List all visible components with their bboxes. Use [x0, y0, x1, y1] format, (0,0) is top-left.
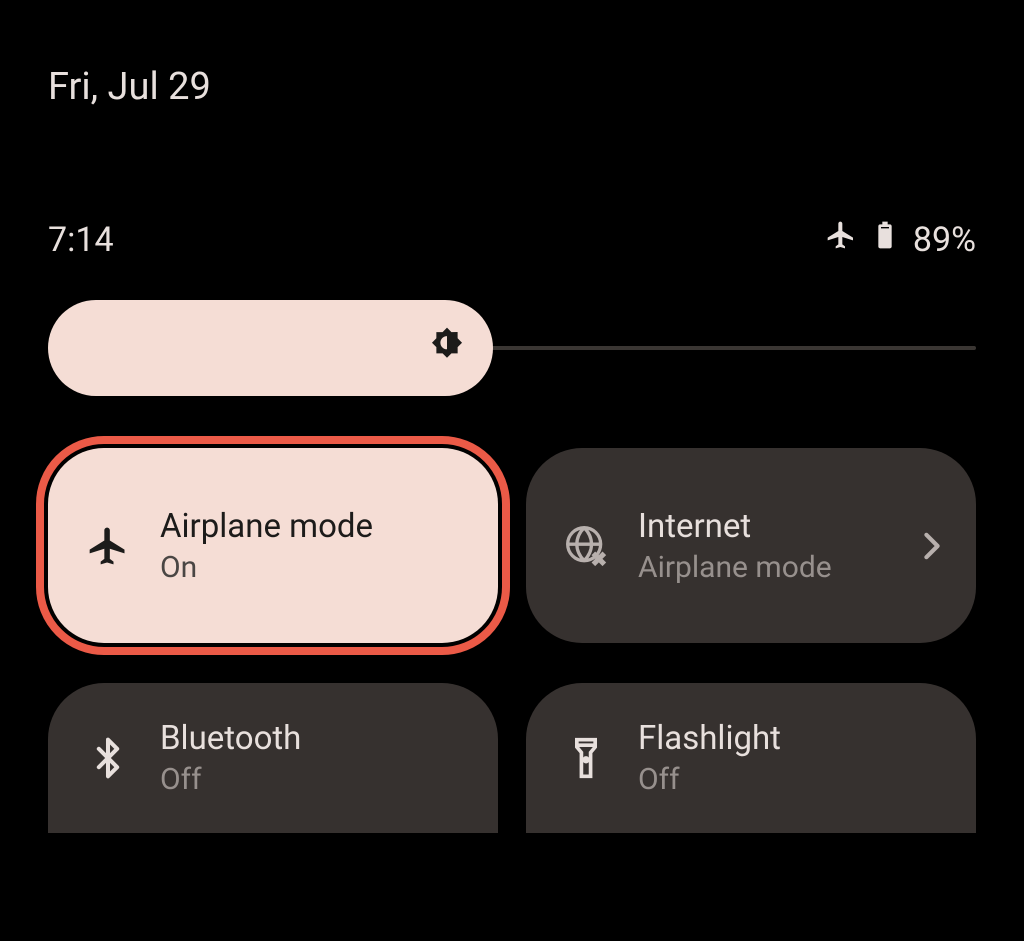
- date-header: Fri, Jul 29: [0, 0, 1024, 109]
- quick-settings-tiles-row-1: Airplane mode On Internet Airplane mode: [0, 396, 1024, 643]
- flashlight-tile[interactable]: Flashlight Off: [526, 683, 976, 833]
- tile-title: Internet: [638, 507, 832, 546]
- tile-subtitle: Off: [638, 762, 781, 797]
- quick-settings-tiles-row-2: Bluetooth Off Flashlight Off: [0, 643, 1024, 833]
- airplane-icon: [825, 219, 857, 260]
- airplane-icon: [84, 522, 132, 570]
- brightness-fill: [48, 300, 493, 396]
- tile-text: Flashlight Off: [638, 719, 781, 797]
- brightness-track: [466, 346, 976, 350]
- tile-text: Airplane mode On: [160, 507, 373, 585]
- battery-percent: 89%: [913, 220, 976, 260]
- tile-text: Internet Airplane mode: [638, 507, 832, 585]
- status-bar: 7:14 89%: [0, 109, 1024, 260]
- chevron-right-icon: [920, 534, 944, 558]
- tile-title: Flashlight: [638, 719, 781, 758]
- tile-subtitle: On: [160, 550, 373, 585]
- flashlight-icon: [562, 734, 610, 782]
- tile-subtitle: Airplane mode: [638, 550, 832, 585]
- brightness-icon: [425, 324, 469, 372]
- globe-x-icon: [562, 522, 610, 570]
- tile-title: Bluetooth: [160, 719, 301, 758]
- internet-tile[interactable]: Internet Airplane mode: [526, 448, 976, 643]
- tile-subtitle: Off: [160, 762, 301, 797]
- bluetooth-tile[interactable]: Bluetooth Off: [48, 683, 498, 833]
- status-time: 7:14: [48, 220, 114, 260]
- airplane-mode-tile[interactable]: Airplane mode On: [48, 448, 498, 643]
- brightness-slider[interactable]: [48, 300, 976, 396]
- status-icons: 89%: [825, 219, 976, 260]
- brightness-slider-container: [0, 260, 1024, 396]
- tile-text: Bluetooth Off: [160, 719, 301, 797]
- battery-icon: [869, 219, 901, 260]
- tile-title: Airplane mode: [160, 507, 373, 546]
- bluetooth-icon: [84, 734, 132, 782]
